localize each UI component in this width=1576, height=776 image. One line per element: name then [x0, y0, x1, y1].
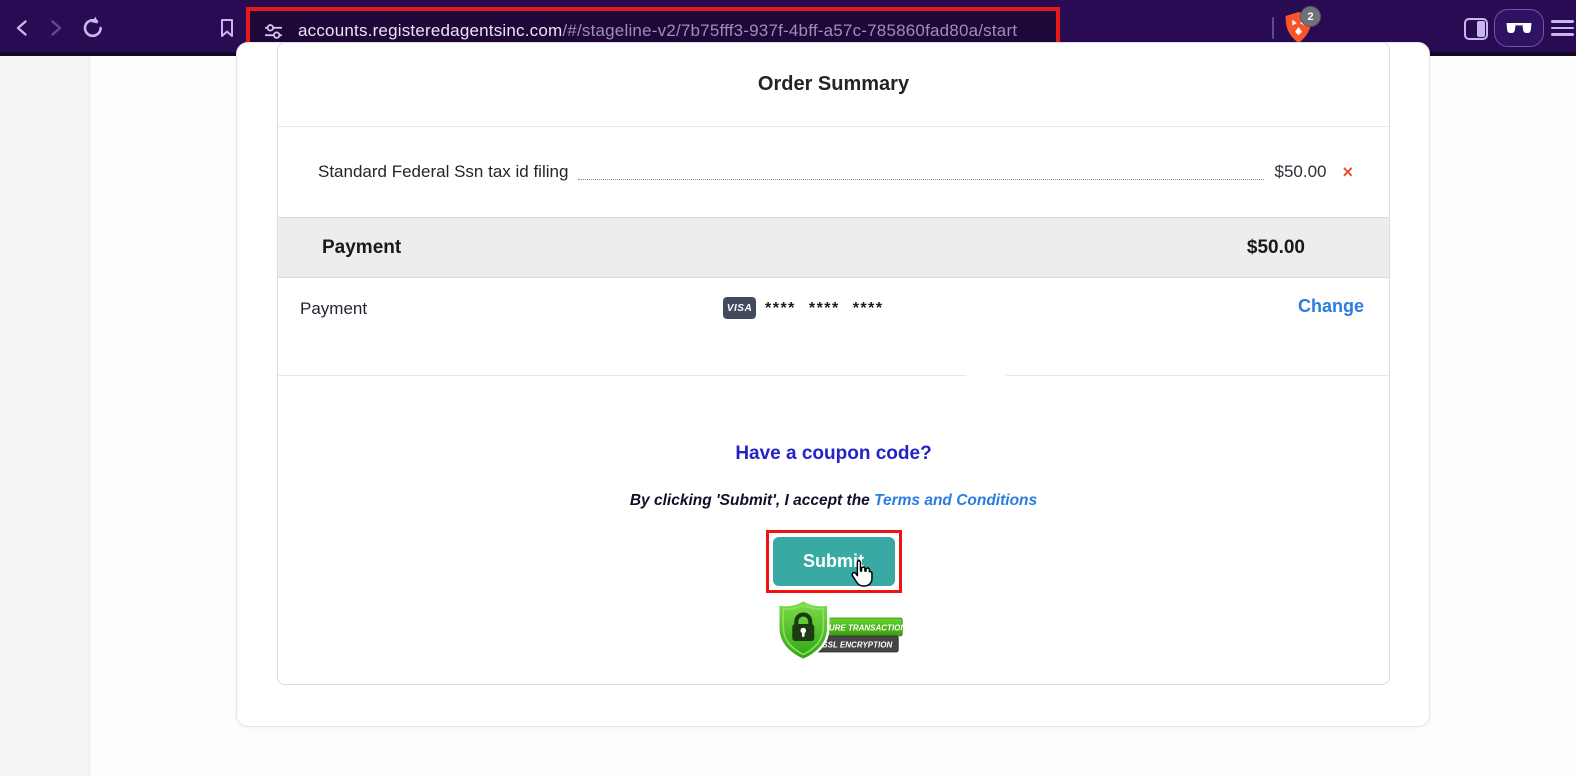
- change-payment-link[interactable]: Change: [1298, 296, 1364, 317]
- masked-card-number: **** **** ****: [765, 300, 884, 317]
- item-name: Standard Federal Ssn tax id filing: [318, 162, 569, 181]
- left-rail: [0, 56, 90, 776]
- url-text[interactable]: accounts.registeredagentsinc.com/#/stage…: [298, 21, 1017, 41]
- divider-notch: [966, 374, 1006, 380]
- payment-total-row: Payment $50.00: [278, 217, 1389, 278]
- bookmark-icon[interactable]: [216, 17, 238, 39]
- payment-method-row: Payment VISA **** **** **** Change: [278, 278, 1389, 376]
- glasses-icon: [1506, 22, 1532, 33]
- submit-annotation-box: Submit: [765, 530, 902, 593]
- item-price: $50.00: [1274, 162, 1327, 181]
- toolbar-divider: [1272, 17, 1274, 39]
- order-summary-box: Order Summary Standard Federal Ssn tax i…: [277, 42, 1390, 685]
- screen: accounts.registeredagentsinc.com/#/stage…: [0, 0, 1576, 776]
- tune-icon[interactable]: [263, 21, 284, 42]
- sidebar-toggle-fill: [1477, 21, 1485, 37]
- back-icon[interactable]: [12, 17, 34, 39]
- visa-icon: VISA: [723, 297, 756, 319]
- sidebar-toggle-icon[interactable]: [1464, 18, 1488, 40]
- payment-total-label: Payment: [322, 236, 402, 258]
- payment-total-amount: $50.00: [1246, 236, 1305, 258]
- hamburger-menu-icon[interactable]: [1551, 20, 1574, 36]
- url-path: /#/stageline-v2/7b75fff3-937f-4bff-a57c-…: [562, 21, 1018, 40]
- url-domain: accounts.registeredagentsinc.com: [298, 21, 563, 40]
- submit-button[interactable]: Submit: [772, 537, 895, 586]
- terms-link[interactable]: Terms and Conditions: [874, 492, 1037, 509]
- reload-icon[interactable]: [80, 15, 106, 41]
- forward-icon[interactable]: [44, 17, 66, 39]
- remove-item-icon[interactable]: ×: [1342, 163, 1353, 181]
- private-window-button[interactable]: [1494, 9, 1544, 47]
- shield-badge-count: 2: [1300, 6, 1321, 27]
- terms-statement: By clicking 'Submit', I accept the Terms…: [278, 492, 1389, 510]
- coupon-code-link[interactable]: Have a coupon code?: [278, 443, 1389, 465]
- order-line-item: Standard Federal Ssn tax id filing $50.0…: [278, 127, 1389, 217]
- page-content: Order Summary Standard Federal Ssn tax i…: [0, 42, 1576, 776]
- payment-method-label: Payment: [300, 299, 368, 318]
- brave-shield-button[interactable]: 2: [1283, 6, 1321, 45]
- secure-transaction-badge: SECURE TRANSACTION SSL ENCRYPTION: [776, 599, 905, 662]
- dotted-leader: [578, 178, 1265, 180]
- badge-line2: SSL ENCRYPTION: [822, 641, 892, 650]
- page-title: Order Summary: [757, 73, 910, 95]
- terms-prefix: By clicking 'Submit', I accept the: [629, 492, 875, 509]
